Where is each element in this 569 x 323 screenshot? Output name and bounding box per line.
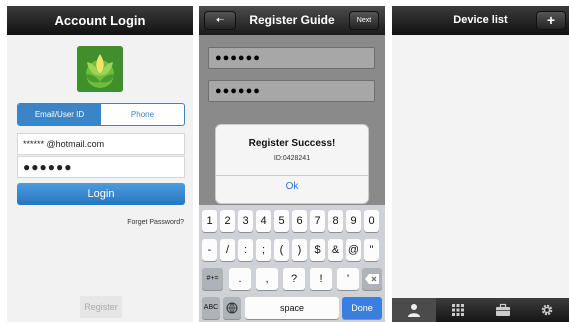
login-button[interactable]: Login bbox=[17, 183, 185, 205]
key-close-paren[interactable]: ) bbox=[292, 239, 307, 261]
key-dollar[interactable]: $ bbox=[310, 239, 325, 261]
left-arrow-icon: 🠠 bbox=[215, 15, 225, 26]
app-logo bbox=[77, 46, 123, 92]
key-colon[interactable]: : bbox=[238, 239, 253, 261]
account-login-screen: Account Login Email/User ID Phone ******… bbox=[7, 6, 193, 322]
key-abc[interactable]: ABC bbox=[202, 297, 220, 319]
dialog-divider bbox=[216, 175, 368, 176]
key-7[interactable]: 7 bbox=[310, 210, 325, 232]
register-success-dialog: Register Success! ID:0428241 Ok bbox=[215, 124, 369, 204]
tab-grid[interactable] bbox=[436, 298, 480, 322]
dialog-title: Register Success! bbox=[248, 138, 336, 149]
tab-toolbox[interactable] bbox=[481, 298, 525, 322]
key-period[interactable]: . bbox=[229, 268, 251, 290]
key-globe[interactable] bbox=[223, 297, 241, 319]
dialog-ok-button[interactable]: Ok bbox=[216, 181, 368, 192]
tab-devices[interactable] bbox=[392, 298, 437, 322]
register-guide-screen: Register Guide 🠠 Next ●●●●●● ●●●●●● Regi… bbox=[199, 6, 385, 322]
key-delete[interactable] bbox=[362, 268, 382, 290]
key-ampersand[interactable]: & bbox=[328, 239, 343, 261]
tab-settings[interactable] bbox=[525, 298, 569, 322]
password-input[interactable]: ●●●●●● bbox=[208, 47, 375, 69]
key-0[interactable]: 0 bbox=[364, 210, 379, 232]
forget-password-link[interactable]: Forget Password? bbox=[127, 219, 184, 226]
confirm-password-input[interactable]: ●●●●●● bbox=[208, 80, 375, 102]
globe-icon bbox=[226, 302, 238, 314]
register-button[interactable]: Register bbox=[80, 296, 122, 318]
backspace-icon bbox=[365, 274, 379, 284]
next-button[interactable]: Next bbox=[349, 11, 379, 30]
key-8[interactable]: 8 bbox=[328, 210, 343, 232]
key-5[interactable]: 5 bbox=[274, 210, 289, 232]
numeric-keyboard: 1 2 3 4 5 6 7 8 9 0 - / : ; ( ) $ & @ " … bbox=[199, 205, 385, 322]
tab-phone[interactable]: Phone bbox=[101, 104, 184, 125]
key-9[interactable]: 9 bbox=[346, 210, 361, 232]
tab-email-user-id[interactable]: Email/User ID bbox=[18, 104, 101, 125]
login-type-segmented-control: Email/User ID Phone bbox=[17, 103, 185, 126]
login-title: Account Login bbox=[7, 6, 193, 35]
key-4[interactable]: 4 bbox=[256, 210, 271, 232]
key-comma[interactable]: , bbox=[256, 268, 278, 290]
key-1[interactable]: 1 bbox=[202, 210, 217, 232]
add-device-button[interactable]: + bbox=[536, 11, 566, 30]
key-3[interactable]: 3 bbox=[238, 210, 253, 232]
gear-icon bbox=[541, 304, 553, 316]
person-icon bbox=[408, 304, 421, 317]
key-apostrophe[interactable]: ' bbox=[337, 268, 359, 290]
key-2[interactable]: 2 bbox=[220, 210, 235, 232]
dialog-message: ID:0428241 bbox=[273, 155, 311, 162]
key-symbols-mode[interactable]: #+= bbox=[202, 268, 223, 290]
bottom-tab-bar bbox=[392, 298, 569, 322]
key-6[interactable]: 6 bbox=[292, 210, 307, 232]
key-dash[interactable]: - bbox=[202, 239, 217, 261]
key-semicolon[interactable]: ; bbox=[256, 239, 271, 261]
password-field[interactable]: ●●●●●● bbox=[17, 156, 185, 178]
key-space[interactable]: space bbox=[245, 297, 339, 319]
key-exclamation[interactable]: ! bbox=[310, 268, 332, 290]
key-quote[interactable]: " bbox=[364, 239, 379, 261]
email-field[interactable]: ****** @hotmail.com bbox=[17, 133, 185, 155]
key-open-paren[interactable]: ( bbox=[274, 239, 289, 261]
key-at[interactable]: @ bbox=[346, 239, 361, 261]
device-list-screen: Device list + bbox=[392, 6, 569, 322]
grid-icon bbox=[452, 304, 465, 316]
back-button[interactable]: 🠠 bbox=[204, 11, 236, 30]
key-slash[interactable]: / bbox=[220, 239, 235, 261]
toolbox-icon bbox=[495, 303, 510, 316]
key-question[interactable]: ? bbox=[283, 268, 305, 290]
key-done[interactable]: Done bbox=[342, 297, 382, 319]
